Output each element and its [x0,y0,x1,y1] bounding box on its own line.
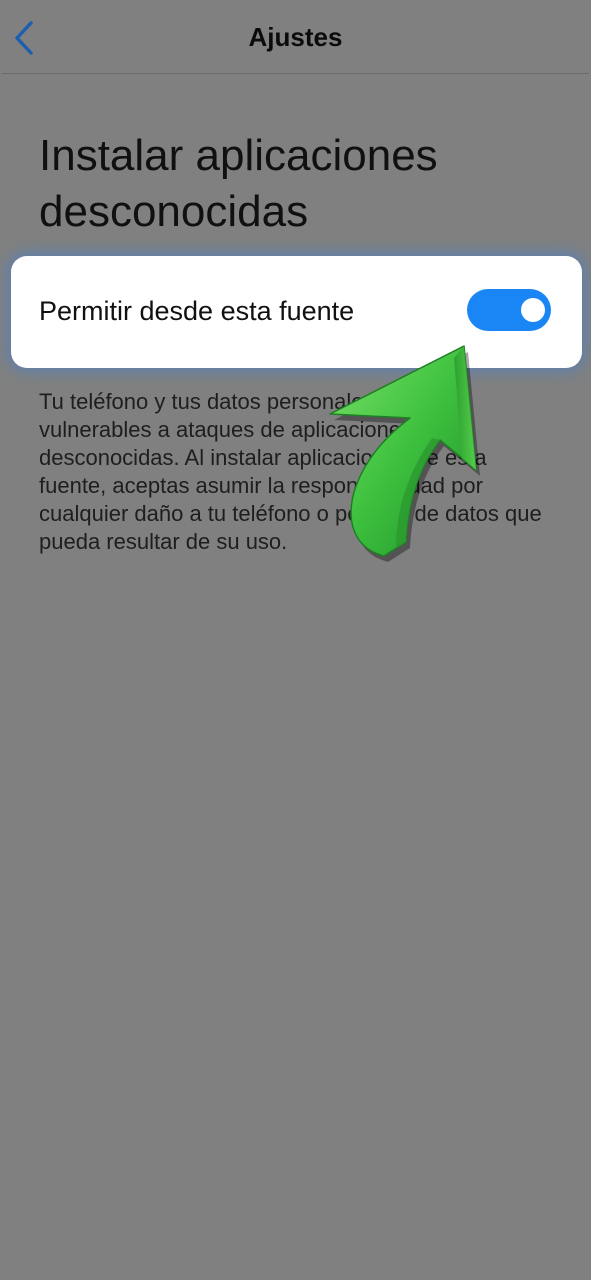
allow-source-setting-row[interactable]: Permitir desde esta fuente [11,256,582,368]
header-title: Ajustes [248,22,343,52]
header-divider [2,73,589,74]
app-header: Ajustes [0,0,591,74]
allow-source-label: Permitir desde esta fuente [39,296,355,326]
toggle-knob [521,298,545,322]
green-arrow-icon [329,345,480,562]
page-title: Instalar aplicaciones desconocidas [39,131,438,236]
allow-source-toggle[interactable] [467,289,551,331]
